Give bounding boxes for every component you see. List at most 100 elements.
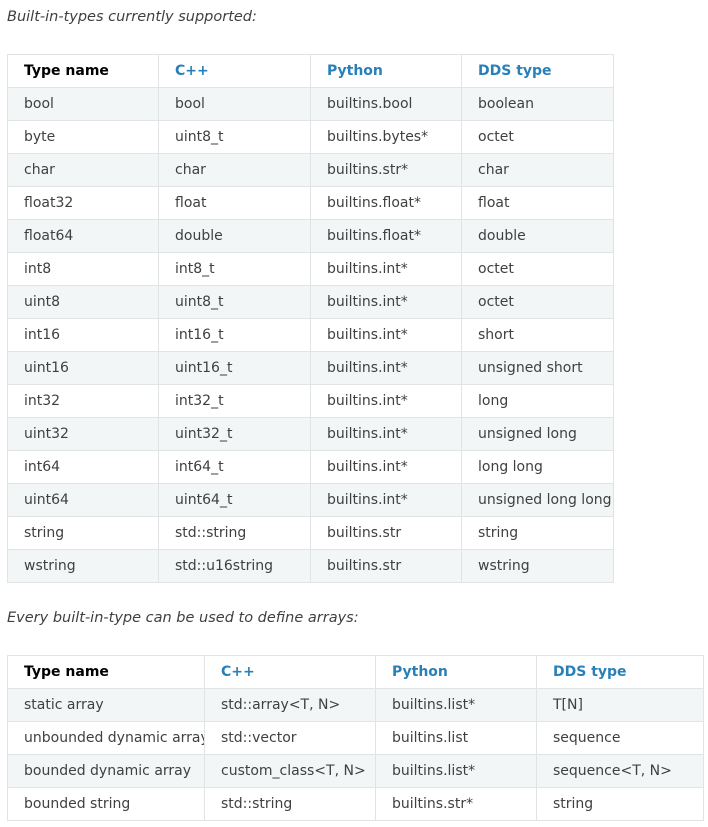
cell-cpp: uint8_t	[158, 120, 311, 154]
cell-dds-type: short	[461, 318, 614, 352]
cell-cpp: uint32_t	[158, 417, 311, 451]
cell-python: builtins.float*	[310, 186, 462, 220]
column-header-dds-type: DDS type	[461, 54, 614, 88]
cell-dds-type: float	[461, 186, 614, 220]
cell-python: builtins.int*	[310, 483, 462, 517]
cell-python: builtins.str	[310, 549, 462, 583]
cell-type-name: int32	[7, 384, 159, 418]
cell-type-name: bounded string	[7, 787, 205, 821]
table-row: bool bool builtins.bool boolean	[7, 87, 614, 121]
cell-type-name: uint8	[7, 285, 159, 319]
cell-dds-type: char	[461, 153, 614, 187]
cell-dds-type: sequence	[536, 721, 704, 755]
table-row: wstring std::u16string builtins.str wstr…	[7, 549, 614, 583]
table-row: string std::string builtins.str string	[7, 516, 614, 550]
cell-python: builtins.int*	[310, 450, 462, 484]
cell-type-name: wstring	[7, 549, 159, 583]
cell-python: builtins.str*	[310, 153, 462, 187]
cell-python: builtins.str	[310, 516, 462, 550]
table-row: uint64 uint64_t builtins.int* unsigned l…	[7, 483, 614, 517]
cell-dds-type: unsigned long	[461, 417, 614, 451]
cell-cpp: char	[158, 153, 311, 187]
column-header-cpp: C++	[204, 655, 376, 689]
cell-cpp: std::string	[204, 787, 376, 821]
cell-type-name: string	[7, 516, 159, 550]
column-header-python: Python	[310, 54, 462, 88]
cell-type-name: uint64	[7, 483, 159, 517]
cell-cpp: float	[158, 186, 311, 220]
table-row: uint8 uint8_t builtins.int* octet	[7, 285, 614, 319]
column-header-python: Python	[375, 655, 537, 689]
cell-python: builtins.str*	[375, 787, 537, 821]
cell-dds-type: wstring	[461, 549, 614, 583]
cell-dds-type: long	[461, 384, 614, 418]
cell-dds-type: string	[536, 787, 704, 821]
table-row: bounded dynamic array custom_class<T, N>…	[7, 754, 704, 788]
cell-cpp: double	[158, 219, 311, 253]
cell-python: builtins.int*	[310, 417, 462, 451]
table-row: int32 int32_t builtins.int* long	[7, 384, 614, 418]
cell-python: builtins.float*	[310, 219, 462, 253]
cell-cpp: uint8_t	[158, 285, 311, 319]
cell-type-name: uint16	[7, 351, 159, 385]
cell-python: builtins.int*	[310, 318, 462, 352]
table-row: int16 int16_t builtins.int* short	[7, 318, 614, 352]
cell-dds-type: T[N]	[536, 688, 704, 722]
cell-cpp: int16_t	[158, 318, 311, 352]
column-header-type-name: Type name	[7, 54, 159, 88]
table-row: int8 int8_t builtins.int* octet	[7, 252, 614, 286]
cell-dds-type: long long	[461, 450, 614, 484]
table-row: static array std::array<T, N> builtins.l…	[7, 688, 704, 722]
cell-cpp: std::u16string	[158, 549, 311, 583]
cell-python: builtins.int*	[310, 351, 462, 385]
cell-python: builtins.list	[375, 721, 537, 755]
cell-type-name: int64	[7, 450, 159, 484]
cell-python: builtins.bytes*	[310, 120, 462, 154]
cell-type-name: bool	[7, 87, 159, 121]
cell-type-name: unbounded dynamic array	[7, 721, 205, 755]
cell-type-name: char	[7, 153, 159, 187]
table-row: float32 float builtins.float* float	[7, 186, 614, 220]
table-row: bounded string std::string builtins.str*…	[7, 787, 704, 821]
cell-dds-type: double	[461, 219, 614, 253]
cell-type-name: float64	[7, 219, 159, 253]
cell-dds-type: octet	[461, 285, 614, 319]
cell-python: builtins.bool	[310, 87, 462, 121]
array-types-table: Type name C++ Python DDS type static arr…	[7, 655, 704, 821]
cell-python: builtins.int*	[310, 384, 462, 418]
cell-python: builtins.list*	[375, 754, 537, 788]
builtin-types-table: Type name C++ Python DDS type bool bool …	[7, 54, 614, 583]
column-header-cpp: C++	[158, 54, 311, 88]
cell-cpp: bool	[158, 87, 311, 121]
cell-cpp: std::string	[158, 516, 311, 550]
cell-python: builtins.int*	[310, 252, 462, 286]
cell-dds-type: sequence<T, N>	[536, 754, 704, 788]
cell-dds-type: unsigned long long	[461, 483, 614, 517]
builtin-types-intro: Built-in-types currently supported:	[7, 9, 257, 25]
table-row: uint16 uint16_t builtins.int* unsigned s…	[7, 351, 614, 385]
cell-python: builtins.int*	[310, 285, 462, 319]
cell-type-name: int16	[7, 318, 159, 352]
cell-dds-type: string	[461, 516, 614, 550]
cell-python: builtins.list*	[375, 688, 537, 722]
table-row: uint32 uint32_t builtins.int* unsigned l…	[7, 417, 614, 451]
cell-type-name: static array	[7, 688, 205, 722]
cell-type-name: int8	[7, 252, 159, 286]
cell-cpp: int64_t	[158, 450, 311, 484]
cell-type-name: bounded dynamic array	[7, 754, 205, 788]
table-header-row: Type name C++ Python DDS type	[7, 655, 704, 689]
cell-cpp: int32_t	[158, 384, 311, 418]
cell-cpp: std::array<T, N>	[204, 688, 376, 722]
cell-cpp: int8_t	[158, 252, 311, 286]
column-header-dds-type: DDS type	[536, 655, 704, 689]
cell-dds-type: octet	[461, 120, 614, 154]
cell-cpp: uint64_t	[158, 483, 311, 517]
cell-cpp: std::vector	[204, 721, 376, 755]
table-row: char char builtins.str* char	[7, 153, 614, 187]
table-header-row: Type name C++ Python DDS type	[7, 54, 614, 88]
cell-type-name: float32	[7, 186, 159, 220]
table-row: float64 double builtins.float* double	[7, 219, 614, 253]
cell-type-name: byte	[7, 120, 159, 154]
cell-dds-type: unsigned short	[461, 351, 614, 385]
cell-cpp: uint16_t	[158, 351, 311, 385]
